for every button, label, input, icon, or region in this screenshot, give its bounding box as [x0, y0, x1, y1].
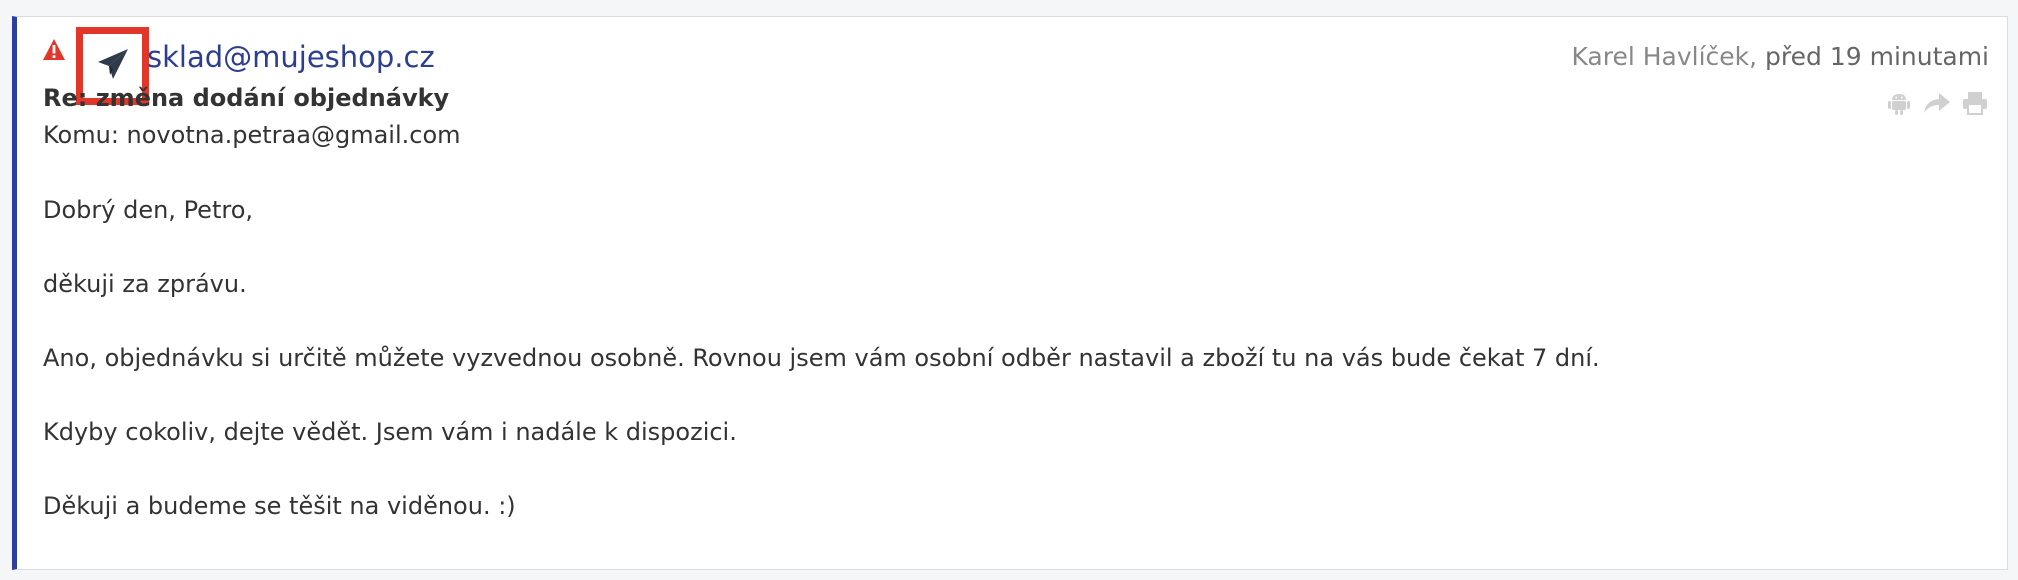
sender-address[interactable]: sklad@mujeshop.cz — [147, 37, 435, 77]
recipient-line: Komu: novotna.petraa@gmail.com — [43, 121, 461, 149]
message-actions — [1885, 89, 1989, 117]
print-icon[interactable] — [1961, 89, 1989, 117]
meta-separator: , — [1749, 42, 1766, 71]
body-paragraph: Kdyby cokoliv, dejte vědět. Jsem vám i n… — [43, 418, 737, 446]
email-card: sklad@mujeshop.cz Karel Havlíček, před 1… — [12, 16, 2008, 570]
message-subject: Re: změna dodání objednávky — [43, 84, 450, 112]
author-name: Karel Havlíček — [1571, 42, 1750, 71]
share-arrow-icon[interactable] — [1923, 89, 1951, 117]
message-meta: Karel Havlíček, před 19 minutami — [1571, 37, 1989, 77]
body-paragraph: Dobrý den, Petro, — [43, 196, 254, 224]
message-time: před 19 minutami — [1765, 42, 1989, 71]
android-icon[interactable] — [1885, 89, 1913, 117]
paper-plane-icon — [96, 47, 130, 85]
message-body: Dobrý den, Petro, děkuji za zprávu. Ano,… — [43, 193, 1600, 563]
body-paragraph: Děkuji a budeme se těšit na viděnou. :) — [43, 492, 516, 520]
warning-triangle-icon — [42, 38, 66, 62]
body-paragraph: Ano, objednávku si určitě můžete vyzvedn… — [43, 344, 1600, 372]
body-paragraph: děkuji za zprávu. — [43, 270, 247, 298]
